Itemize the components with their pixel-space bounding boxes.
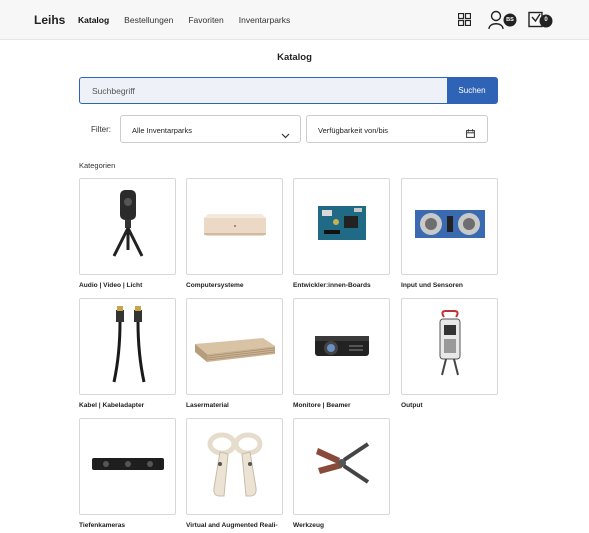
circuit-board-icon (314, 200, 370, 253)
filter-label: Filter: (91, 125, 111, 134)
nav-katalog[interactable]: Katalog (78, 15, 109, 25)
category-thumb (79, 298, 176, 395)
cart-count-badge: 0 (544, 17, 548, 23)
category-card-monitore-beamer[interactable]: Monitore | Beamer (293, 298, 390, 409)
category-thumb (186, 178, 283, 275)
search-bar: Suchen (79, 77, 498, 104)
category-card-audio-video-licht[interactable]: Audio | Video | Licht (79, 178, 176, 289)
category-label: Computersysteme (186, 282, 244, 289)
sensor-icon (413, 204, 487, 249)
brand-logo[interactable]: Leihs (34, 13, 65, 27)
category-card-output[interactable]: Output (401, 298, 498, 409)
cart-icon[interactable]: 0 (528, 11, 554, 34)
category-thumb (186, 298, 283, 395)
category-card-computersysteme[interactable]: Computersysteme (186, 178, 283, 289)
category-thumb (293, 178, 390, 275)
material-sheets-icon (193, 322, 277, 371)
user-icon[interactable]: BS (488, 10, 520, 35)
category-label: Entwickler:innen-Boards (293, 282, 371, 289)
camera-icon (98, 184, 158, 269)
search-button[interactable]: Suchen (447, 78, 497, 103)
category-label: Output (401, 402, 423, 409)
category-thumb (79, 418, 176, 515)
category-thumb (293, 298, 390, 395)
category-label: Kabel | Kabeladapter (79, 402, 145, 409)
category-card-entwickler-boards[interactable]: Entwickler:innen-Boards (293, 178, 390, 289)
top-icons: BS 0 (457, 10, 558, 31)
top-navigation-bar: Leihs Katalog Bestellungen Favoriten Inv… (0, 0, 589, 40)
grid-icon[interactable] (457, 12, 472, 31)
cable-icon (98, 304, 158, 389)
category-label: Audio | Video | Licht (79, 282, 143, 289)
nav-bestellungen[interactable]: Bestellungen (124, 15, 173, 25)
category-thumb (401, 178, 498, 275)
projector-icon (309, 324, 375, 369)
category-thumb (401, 298, 498, 395)
search-input[interactable] (80, 78, 447, 103)
category-card-tiefenkameras[interactable]: Tiefenkameras (79, 418, 176, 529)
calendar-icon (466, 125, 475, 143)
categories-heading: Kategorien (79, 161, 116, 170)
category-card-input-sensoren[interactable]: Input und Sensoren (401, 178, 498, 289)
category-thumb (186, 418, 283, 515)
user-initials-badge: BS (506, 16, 514, 23)
category-thumb (79, 178, 176, 275)
category-label: Lasermaterial (186, 402, 229, 409)
category-label: Monitore | Beamer (293, 402, 351, 409)
computer-icon (200, 204, 270, 249)
chevron-down-icon (281, 126, 290, 144)
category-card-lasermaterial[interactable]: Lasermaterial (186, 298, 283, 409)
vr-controller-icon (200, 424, 270, 509)
category-label: Werkzeug (293, 522, 325, 529)
output-device-icon (430, 309, 470, 384)
nav-inventarparks[interactable]: Inventarparks (239, 15, 291, 25)
availability-label: Verfügbarkeit von/bis (318, 126, 389, 135)
depth-camera-icon (90, 452, 166, 481)
category-card-virtual-augmented-reality[interactable]: Virtual and Augmented Reali- (186, 418, 283, 529)
page-title: Katalog (277, 52, 312, 63)
pool-select[interactable]: Alle Inventarparks (120, 115, 301, 143)
pool-select-value: Alle Inventarparks (132, 126, 193, 135)
nav-favoriten[interactable]: Favoriten (188, 15, 223, 25)
availability-date-field[interactable]: Verfügbarkeit von/bis (306, 115, 488, 143)
category-label: Input und Sensoren (401, 282, 463, 289)
category-thumb (293, 418, 390, 515)
category-card-werkzeug[interactable]: Werkzeug (293, 418, 390, 529)
pliers-icon (310, 434, 374, 499)
main-nav: Katalog Bestellungen Favoriten Inventarp… (78, 15, 290, 25)
category-label: Virtual and Augmented Reali- (186, 522, 278, 529)
category-card-kabel[interactable]: Kabel | Kabeladapter (79, 298, 176, 409)
category-label: Tiefenkameras (79, 522, 126, 529)
